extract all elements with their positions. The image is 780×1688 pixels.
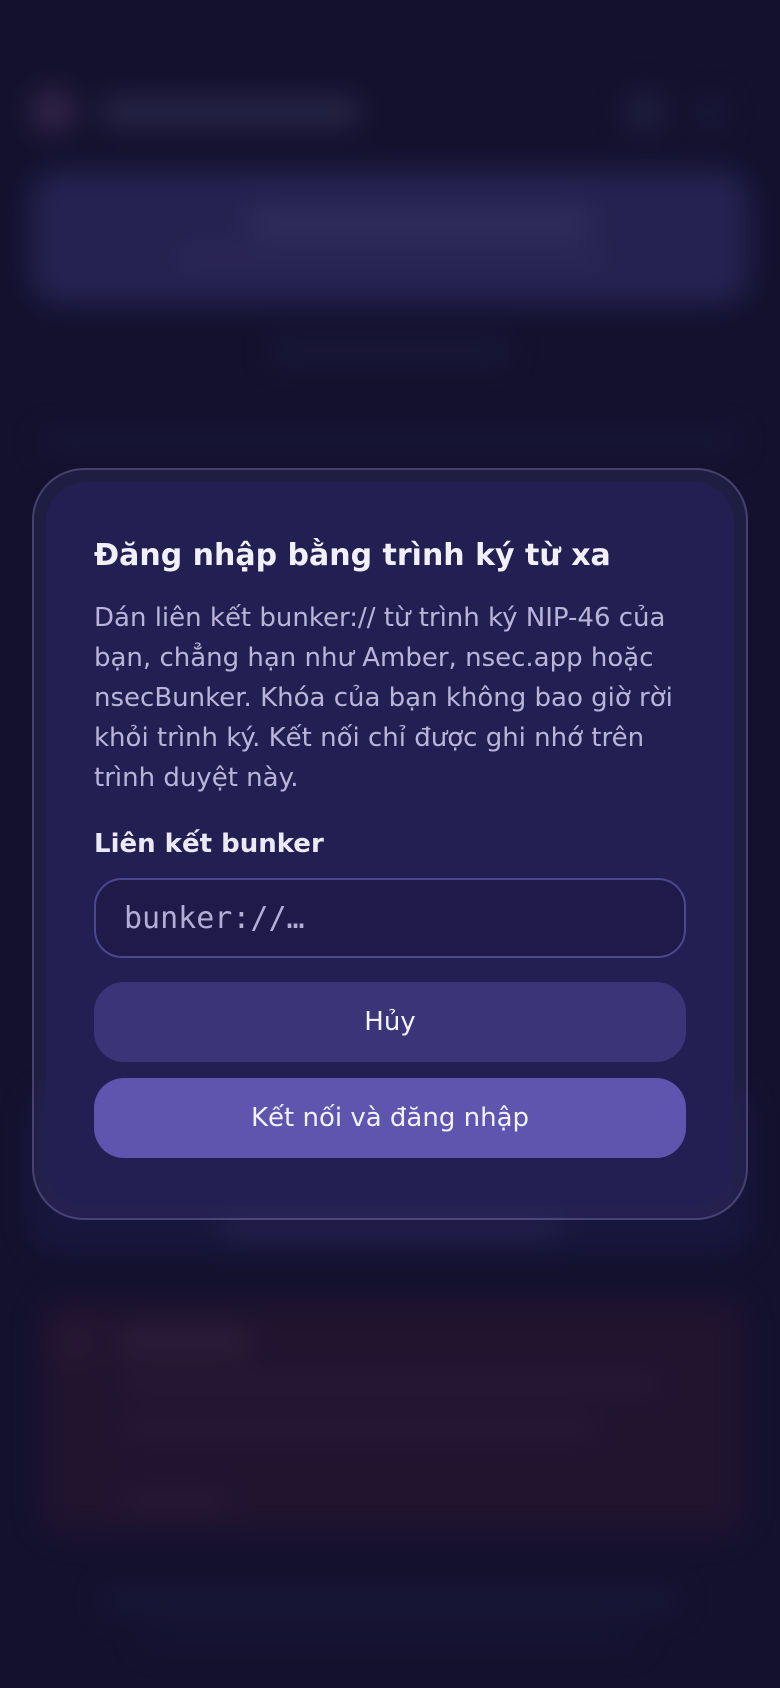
remote-signer-login-dialog: Đăng nhập bằng trình ký từ xa Dán liên k… (46, 482, 734, 1206)
connect-and-login-button[interactable]: Kết nối và đăng nhập (94, 1078, 686, 1158)
cancel-button[interactable]: Hủy (94, 982, 686, 1062)
dialog-title: Đăng nhập bằng trình ký từ xa (94, 538, 611, 573)
bunker-link-input[interactable] (94, 878, 686, 958)
bunker-link-label: Liên kết bunker (94, 829, 324, 859)
dialog-description: Dán liên kết bunker:// từ trình ký NIP-4… (94, 603, 673, 793)
